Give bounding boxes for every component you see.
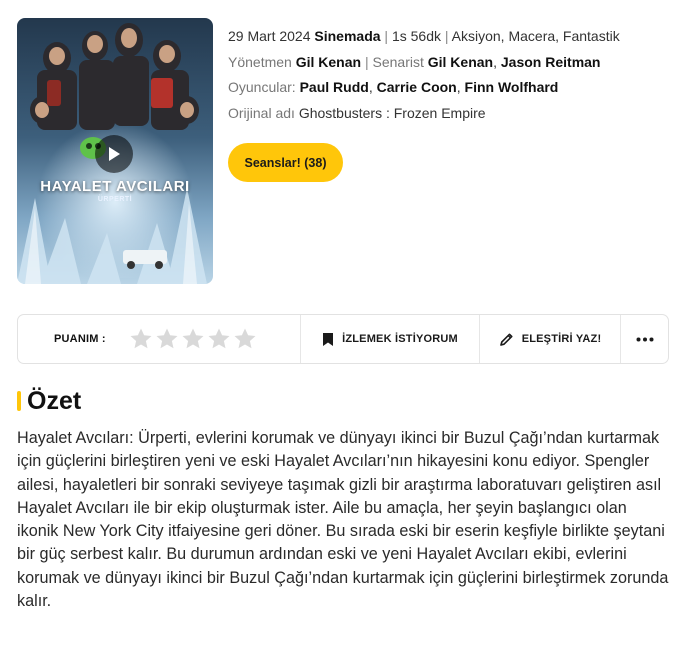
star-icon[interactable] [181, 327, 205, 351]
writer-link[interactable]: Gil Kenan [428, 54, 493, 70]
star-icon[interactable] [129, 327, 153, 351]
original-title-label: Orijinal adı [228, 104, 295, 121]
review-label: ELEŞTİRİ YAZ! [521, 333, 602, 345]
star-icon[interactable] [207, 327, 231, 351]
heading-accent-bar [17, 391, 21, 411]
rating-stars [129, 327, 257, 351]
poster-subtitle: ÜRPERTİ [97, 196, 133, 203]
director-label: Yönetmen [228, 53, 292, 70]
original-title: Ghostbusters : Frozen Empire [298, 104, 486, 121]
action-bar: PUANIM : İZLEMEK İSTİYORUM ELEŞTİRİ YAZ! [17, 314, 669, 364]
summary-text: Hayalet Avcıları: Ürperti, evlerini koru… [17, 429, 669, 611]
writer-label: Senarist [372, 53, 424, 70]
cast-link[interactable]: Carrie Coon [377, 79, 457, 95]
watchlist-label: İZLEMEK İSTİYORUM [342, 333, 458, 345]
cast-link[interactable]: Paul Rudd [300, 79, 369, 95]
summary-title: Özet [27, 387, 82, 415]
star-icon[interactable] [155, 327, 179, 351]
rating-label: PUANIM : [54, 333, 106, 345]
release-line: 29 Mart 2024 Sinemada | 1s 56dk | Aksiyo… [228, 28, 620, 44]
watchlist-button[interactable]: İZLEMEK İSTİYORUM [300, 315, 479, 363]
release-date: 29 Mart 2024 [228, 28, 311, 44]
sessions-button[interactable]: Seanslar! (38) [228, 143, 343, 182]
writer-link[interactable]: Jason Reitman [501, 54, 601, 70]
more-options-button[interactable] [620, 315, 668, 363]
crew-line: Yönetmen Gil Kenan | Senarist Gil Kenan,… [228, 53, 601, 70]
play-icon [109, 147, 120, 161]
release-status: Sinemada [314, 28, 381, 44]
cast-label: Oyuncular: [228, 79, 296, 95]
pencil-icon [499, 333, 513, 346]
summary-heading: Özet [17, 385, 81, 417]
poster-title: HAYALET AVCILARI [40, 178, 190, 195]
rating-section: PUANIM : [18, 315, 300, 363]
original-title-line: Orijinal adı Ghostbusters : Frozen Empir… [228, 101, 620, 127]
play-trailer-button[interactable] [95, 135, 133, 173]
cast-line: Oyuncular: Paul Rudd, Carrie Coon, Finn … [228, 79, 559, 95]
star-icon[interactable] [233, 327, 257, 351]
duration: 1s 56dk [391, 28, 441, 44]
write-review-button[interactable]: ELEŞTİRİ YAZ! [479, 315, 620, 363]
more-dots-icon [636, 337, 653, 341]
cast-link[interactable]: Finn Wolfhard [465, 79, 559, 95]
director-link[interactable]: Gil Kenan [296, 54, 361, 70]
genres: Aksiyon, Macera, Fantastik [451, 28, 620, 44]
movie-poster[interactable]: HAYALET AVCILARI ÜRPERTİ [17, 18, 213, 284]
movie-info: 29 Mart 2024 Sinemada | 1s 56dk | Aksiyo… [228, 24, 620, 126]
bookmark-icon [323, 332, 334, 346]
